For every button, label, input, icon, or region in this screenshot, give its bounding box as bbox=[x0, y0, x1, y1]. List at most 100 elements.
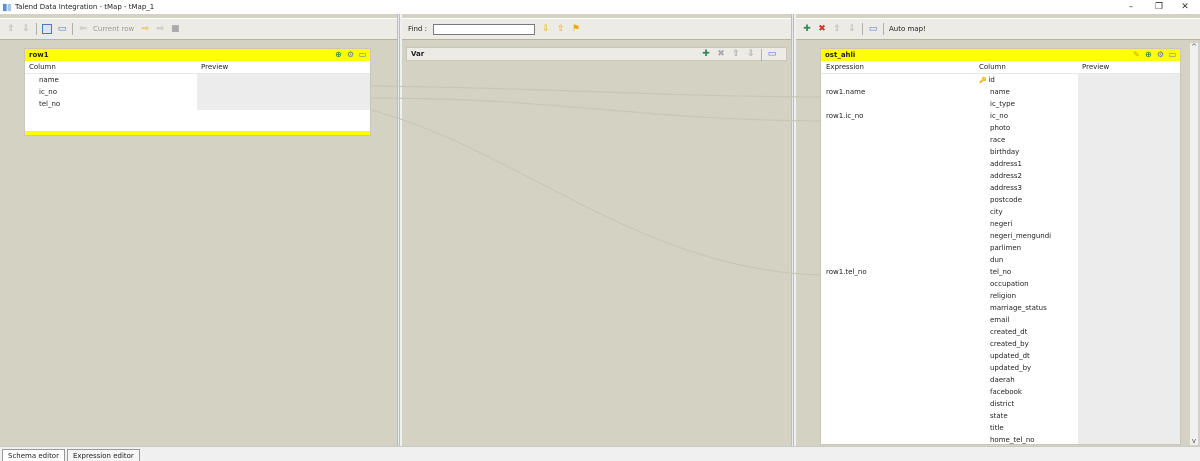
output-column-cell: created_dt bbox=[975, 328, 1078, 336]
minimize-table-icon[interactable]: ▭ bbox=[358, 50, 367, 59]
output-column-name: name bbox=[990, 88, 1010, 96]
table-row[interactable]: address1 bbox=[821, 158, 1180, 170]
scroll-up-icon[interactable]: ^ bbox=[1190, 43, 1198, 51]
table-row[interactable]: state bbox=[821, 410, 1180, 422]
add-filter-icon[interactable]: ⊕ bbox=[1144, 50, 1153, 59]
table-row[interactable]: tel_no bbox=[25, 98, 370, 110]
move-up-icon[interactable]: ⇧ bbox=[731, 49, 741, 59]
table-row[interactable]: dun bbox=[821, 254, 1180, 266]
toolbar-separator bbox=[36, 23, 37, 35]
next-row-icon[interactable]: ⇨ bbox=[140, 24, 150, 34]
preview-cell bbox=[1078, 362, 1180, 374]
last-row-icon[interactable]: ⇨ bbox=[155, 24, 165, 34]
add-filter-icon[interactable]: ⊕ bbox=[334, 50, 343, 59]
table-row[interactable]: row1.name name bbox=[821, 86, 1180, 98]
stop-icon[interactable]: ■ bbox=[170, 24, 180, 34]
tab-expression-editor[interactable]: Expression editor bbox=[66, 449, 140, 461]
minimize-table-icon[interactable]: ▭ bbox=[767, 49, 777, 59]
output-column-cell: email bbox=[975, 316, 1078, 324]
output-column-name: negeri bbox=[990, 220, 1013, 228]
vertical-scrollbar[interactable]: ^ v bbox=[1190, 43, 1198, 445]
table-row[interactable]: district bbox=[821, 398, 1180, 410]
table-row[interactable]: updated_by bbox=[821, 362, 1180, 374]
auto-map-button[interactable]: Auto map! bbox=[889, 25, 926, 33]
table-row[interactable]: religion bbox=[821, 290, 1180, 302]
move-up-icon[interactable]: ⇧ bbox=[832, 24, 842, 34]
tab-schema-editor[interactable]: Schema editor bbox=[2, 449, 65, 461]
table-row[interactable]: race bbox=[821, 134, 1180, 146]
table-row[interactable]: daerah bbox=[821, 374, 1180, 386]
table-row[interactable]: birthday bbox=[821, 146, 1180, 158]
settings-icon[interactable]: ⚙ bbox=[1156, 50, 1165, 59]
highlight-all-icon[interactable]: ⚑ bbox=[571, 24, 581, 34]
output-column-cell: created_by bbox=[975, 340, 1078, 348]
table-row[interactable]: photo bbox=[821, 122, 1180, 134]
splitter[interactable] bbox=[791, 14, 794, 446]
move-up-icon[interactable]: ⇧ bbox=[6, 24, 16, 34]
preview-cell bbox=[1078, 374, 1180, 386]
output-column-cell: daerah bbox=[975, 376, 1078, 384]
table-row[interactable]: ic_no bbox=[25, 86, 370, 98]
input-table-header[interactable]: row1 ⊕ ⚙ ▭ bbox=[25, 49, 370, 61]
expression-cell[interactable]: row1.name bbox=[821, 88, 975, 96]
output-column-cell: state bbox=[975, 412, 1078, 420]
add-var-icon[interactable]: ✚ bbox=[701, 49, 711, 59]
table-row[interactable]: address3 bbox=[821, 182, 1180, 194]
restore-all-icon[interactable]: ▭ bbox=[57, 24, 67, 34]
table-row[interactable]: 🔑 id bbox=[821, 74, 1180, 86]
remove-output-icon[interactable]: ✖ bbox=[817, 24, 827, 34]
find-next-icon[interactable]: ⇩ bbox=[541, 24, 551, 34]
table-row[interactable]: email bbox=[821, 314, 1180, 326]
splitter[interactable] bbox=[397, 14, 400, 446]
table-row[interactable]: occupation bbox=[821, 278, 1180, 290]
find-input[interactable] bbox=[432, 23, 535, 35]
table-row[interactable]: parlimen bbox=[821, 242, 1180, 254]
preview-cell bbox=[1078, 278, 1180, 290]
remove-var-icon[interactable]: ✖ bbox=[716, 49, 726, 59]
output-table-header[interactable]: ost_ahli ✎ ⊕ ⚙ ▭ bbox=[821, 49, 1180, 61]
table-row[interactable]: city bbox=[821, 206, 1180, 218]
table-row[interactable]: address2 bbox=[821, 170, 1180, 182]
scroll-down-icon[interactable]: v bbox=[1190, 437, 1198, 445]
table-row[interactable]: row1.tel_no tel_no bbox=[821, 266, 1180, 278]
move-down-icon[interactable]: ⇩ bbox=[21, 24, 31, 34]
previous-row-icon[interactable]: ⇦ bbox=[78, 24, 88, 34]
move-down-icon[interactable]: ⇩ bbox=[847, 24, 857, 34]
key-settings-icon[interactable]: ✎ bbox=[1132, 50, 1141, 59]
preview-cell bbox=[197, 86, 370, 98]
table-row[interactable]: ic_type bbox=[821, 98, 1180, 110]
table-row[interactable]: postcode bbox=[821, 194, 1180, 206]
close-button[interactable]: ✕ bbox=[1170, 0, 1200, 14]
table-row[interactable]: created_by bbox=[821, 338, 1180, 350]
find-previous-icon[interactable]: ⇧ bbox=[556, 24, 566, 34]
output-column-header-row: Expression Column Preview bbox=[821, 61, 1180, 74]
expression-cell[interactable]: row1.tel_no bbox=[821, 268, 975, 276]
output-column-name: updated_by bbox=[990, 364, 1032, 372]
minimize-table-icon[interactable]: ▭ bbox=[1168, 50, 1177, 59]
minimize-button[interactable]: – bbox=[1116, 0, 1146, 14]
expression-cell[interactable]: row1.ic_no bbox=[821, 112, 975, 120]
var-pane: Find : ⇩ ⇧ ⚑ Var ✚ ✖ ⇧ ⇩ ▭ bbox=[402, 14, 791, 446]
output-column-cell: birthday bbox=[975, 148, 1078, 156]
table-row[interactable]: facebook bbox=[821, 386, 1180, 398]
table-row[interactable]: name bbox=[25, 74, 370, 86]
add-output-icon[interactable]: ✚ bbox=[802, 24, 812, 34]
minimize-all-icon[interactable]: ▭ bbox=[868, 24, 878, 34]
preview-cell bbox=[1078, 326, 1180, 338]
minimize-all-icon[interactable] bbox=[42, 24, 52, 34]
preview-cell bbox=[1078, 410, 1180, 422]
table-row[interactable]: created_dt bbox=[821, 326, 1180, 338]
output-column-name: state bbox=[990, 412, 1008, 420]
settings-icon[interactable]: ⚙ bbox=[346, 50, 355, 59]
table-row[interactable]: home_tel_no bbox=[821, 434, 1180, 444]
output-column-cell: facebook bbox=[975, 388, 1078, 396]
table-row[interactable]: title bbox=[821, 422, 1180, 434]
table-row[interactable]: negeri bbox=[821, 218, 1180, 230]
table-row[interactable]: updated_dt bbox=[821, 350, 1180, 362]
table-row[interactable]: marriage_status bbox=[821, 302, 1180, 314]
table-row[interactable]: row1.ic_no ic_no bbox=[821, 110, 1180, 122]
move-down-icon[interactable]: ⇩ bbox=[746, 49, 756, 59]
output-column-cell: occupation bbox=[975, 280, 1078, 288]
preview-cell bbox=[1078, 74, 1180, 86]
table-row[interactable]: negeri_mengundi bbox=[821, 230, 1180, 242]
